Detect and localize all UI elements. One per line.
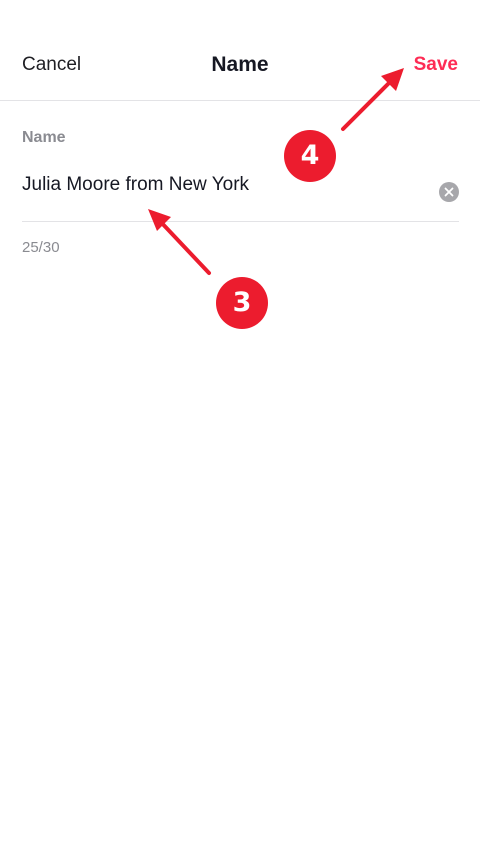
name-input[interactable] [22,174,422,196]
clear-icon [444,187,454,197]
name-field-label: Name [22,129,66,146]
step-3-badge: 3 [216,277,268,329]
name-input-row [22,160,459,222]
step-4-badge: 4 [284,130,336,182]
header-bar: Cancel Name Save [0,0,480,101]
annotation-arrows [148,68,404,275]
character-counter: 25/30 [22,239,60,256]
edit-name-screen: Cancel Name Save Name 25/30 4 3 [0,0,480,853]
save-button[interactable]: Save [414,54,458,76]
page-title: Name [211,53,269,76]
clear-button[interactable] [439,182,459,202]
